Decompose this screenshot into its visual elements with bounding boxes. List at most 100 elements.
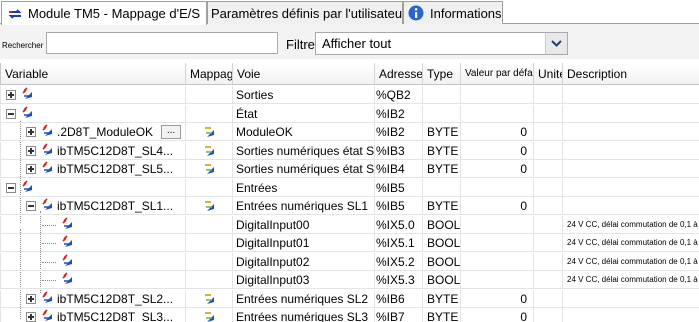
mapping-cell[interactable] <box>186 123 233 141</box>
chevron-down-icon[interactable] <box>545 33 567 54</box>
variable-cell[interactable]: ibTM5C12D8T_SL1... <box>0 197 186 215</box>
search-input[interactable] <box>46 32 278 54</box>
variable-cell[interactable] <box>0 215 186 234</box>
table-row[interactable]: DigitalInput01 %IX5.1 BOOL 24 V CC, délai c… <box>0 234 699 252</box>
address-cell: %IX5.2 <box>375 252 423 271</box>
variable-name: ibTM5C12D8T_SL2... <box>57 291 174 306</box>
mapping-cell[interactable] <box>186 86 233 104</box>
variable-cell[interactable] <box>0 234 186 252</box>
input-var-icon <box>22 179 32 192</box>
mapping-cell[interactable] <box>186 289 233 308</box>
mapped-variable-icon <box>205 312 214 322</box>
mapping-cell[interactable] <box>186 178 233 197</box>
address-cell: %IB5 <box>375 197 423 215</box>
unit-cell <box>534 123 563 141</box>
variable-cell[interactable]: ibTM5C12D8T_SL3... <box>0 308 186 322</box>
tab-user-parameters-label: Paramètres définis par l'utilisateur <box>211 5 403 21</box>
mapping-cell[interactable] <box>186 104 233 123</box>
column-header-type[interactable]: Type <box>423 63 461 85</box>
address-cell: %IB5 <box>375 178 423 197</box>
channel-cell: Entrées <box>233 178 375 197</box>
address-cell: %IB2 <box>375 104 423 123</box>
filter-dropdown[interactable]: Afficher tout <box>315 32 568 55</box>
collapse-icon[interactable] <box>6 182 16 193</box>
description-cell <box>563 179 699 197</box>
address-cell: %IB3 <box>375 141 423 160</box>
variable-cell[interactable]: ibTM5C12D8T_SL5... <box>0 160 186 178</box>
table-row[interactable]: État %IB2 <box>0 104 699 123</box>
tab-information[interactable]: Informations <box>403 1 503 24</box>
channel-cell: Entrées numériques SL1 <box>233 197 375 215</box>
variable-cell[interactable]: ibTM5C12D8T_SL2... <box>0 289 186 308</box>
channel-cell: Sorties numériques état SL4 <box>233 141 375 160</box>
table-row[interactable]: Sorties %QB2 <box>0 86 699 104</box>
table-row[interactable]: DigitalInput03 %IX5.3 BOOL 24 V CC, délai c… <box>0 271 699 289</box>
unit-cell <box>534 234 563 252</box>
table-row[interactable]: ibTM5C12D8T_SL5... Sorties numériques éta… <box>0 160 699 178</box>
expand-icon[interactable] <box>26 145 36 156</box>
expand-icon[interactable] <box>26 312 36 322</box>
table-row[interactable]: ibTM5C12D8T_SL3... Entrées numériques SL3… <box>0 308 699 322</box>
tab-information-label: Informations <box>430 5 502 21</box>
mapping-cell[interactable] <box>186 141 233 160</box>
description-cell: 24 V CC, délai commutation de 0,1 à 25 m… <box>567 238 699 247</box>
address-cell: %IB6 <box>375 289 423 308</box>
variable-cell[interactable] <box>0 252 186 271</box>
channel-cell: État <box>233 104 375 123</box>
table-row[interactable]: DigitalInput00 %IX5.0 BOOL 24 V CC, délai c… <box>0 215 699 234</box>
table-row[interactable]: Entrées %IB5 <box>0 178 699 197</box>
tab-user-parameters[interactable]: Paramètres définis par l'utilisateur <box>207 1 403 24</box>
variable-cell[interactable] <box>0 104 186 123</box>
mapping-cell[interactable] <box>186 252 233 271</box>
variable-cell[interactable]: .2D8T_ModuleOK... <box>0 123 186 141</box>
default-value-cell: 0 <box>461 160 534 178</box>
column-header-mapping[interactable]: Mappage <box>186 63 233 85</box>
address-cell: %QB2 <box>375 86 423 104</box>
address-cell: %IX5.0 <box>375 215 423 234</box>
variable-name: ibTM5C12D8T_SL4... <box>57 143 174 158</box>
mapping-cell[interactable] <box>186 271 233 289</box>
column-header-unit[interactable]: Unité <box>534 63 563 85</box>
variable-cell[interactable]: ibTM5C12D8T_SL4... <box>0 141 186 160</box>
address-cell: %IX5.3 <box>375 271 423 289</box>
variable-name: ibTM5C12D8T_SL3... <box>57 310 174 322</box>
description-cell: 24 V CC, délai commutation de 0,1 à 25 m… <box>567 275 699 284</box>
table-row[interactable]: .2D8T_ModuleOK... ModuleOK %IB2 BYTE 0 <box>0 123 699 141</box>
column-header-voie[interactable]: Voie <box>233 63 375 85</box>
table-row[interactable]: ibTM5C12D8T_SL4... Sorties numériques éta… <box>0 141 699 160</box>
table-row[interactable]: ibTM5C12D8T_SL2... Entrées numériques SL2… <box>0 289 699 308</box>
collapse-icon[interactable] <box>6 108 16 119</box>
channel-cell: DigitalInput00 <box>233 215 375 234</box>
mapping-cell[interactable] <box>186 308 233 322</box>
mapping-cell[interactable] <box>186 197 233 215</box>
default-value-cell: 0 <box>461 308 534 322</box>
collapse-icon[interactable] <box>26 201 36 211</box>
column-header-address[interactable]: Adresse <box>375 63 423 85</box>
mapping-cell[interactable] <box>186 234 233 252</box>
column-header-variable[interactable]: Variable <box>0 63 186 85</box>
input-var-icon <box>42 161 52 173</box>
variable-cell[interactable] <box>0 86 186 104</box>
column-header-description[interactable]: Description <box>563 63 699 85</box>
type-cell <box>423 104 461 123</box>
variable-cell[interactable] <box>0 178 186 197</box>
table-row[interactable]: DigitalInput02 %IX5.2 BOOL 24 V CC, délai c… <box>0 252 699 271</box>
variable-cell[interactable] <box>0 271 186 289</box>
table-row[interactable]: ibTM5C12D8T_SL1... Entrées numériques SL1… <box>0 197 699 215</box>
channel-cell: ModuleOK <box>233 123 375 141</box>
tab-io-mapping[interactable]: Module TM5 - Mappage d'E/S <box>1 1 207 25</box>
io-mapping-icon <box>8 8 22 19</box>
column-header-default-value[interactable]: Valeur par défaut <box>461 63 534 85</box>
default-value-cell: 0 <box>461 197 534 215</box>
expand-icon[interactable] <box>6 90 16 100</box>
expand-icon[interactable] <box>26 127 36 137</box>
expand-icon[interactable] <box>26 293 36 304</box>
browse-variable-button[interactable]: ... <box>161 125 181 139</box>
description-cell <box>563 123 699 141</box>
mapping-cell[interactable] <box>186 215 233 234</box>
type-cell: BOOL <box>423 215 461 234</box>
mapping-cell[interactable] <box>186 160 233 178</box>
default-value-cell: 0 <box>461 289 534 308</box>
expand-icon[interactable] <box>26 164 36 174</box>
input-var-icon <box>42 198 52 210</box>
